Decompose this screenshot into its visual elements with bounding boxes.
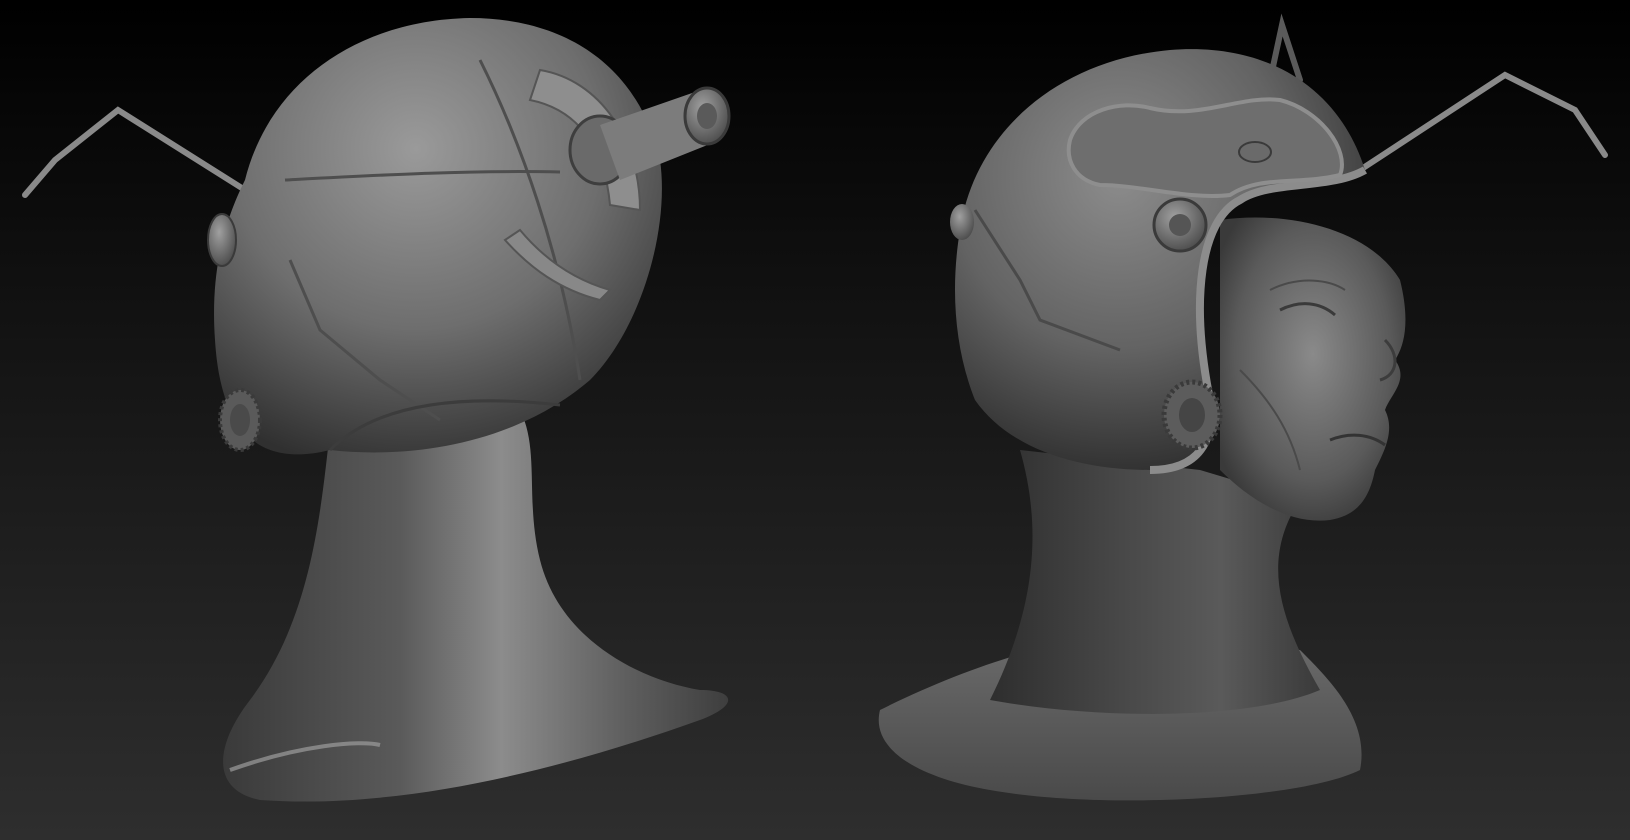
antenna-left-icon (22, 106, 248, 198)
alien-head-back-view[interactable] (22, 18, 731, 802)
sculpt-viewport[interactable] (0, 0, 1630, 840)
neck-base-left (223, 410, 729, 802)
sculpt-render-canvas (22, 13, 1608, 802)
helmet-left (214, 18, 662, 455)
face-right (1220, 217, 1406, 521)
alien-head-front-view[interactable] (878, 13, 1608, 801)
antenna-right-icon (1357, 71, 1608, 173)
